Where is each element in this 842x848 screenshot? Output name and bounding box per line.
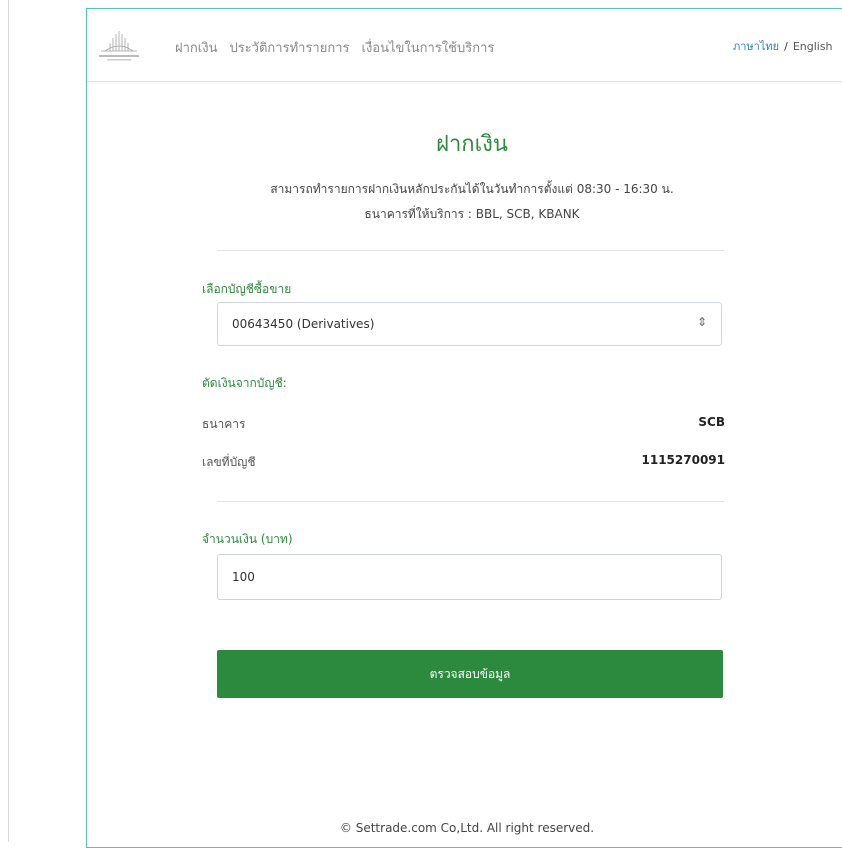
- nav-menu: ฝากเงิน ประวัติการทำรายการ เงื่อนไขในการ…: [175, 37, 494, 58]
- app-frame: ฝากเงิน ประวัติการทำรายการ เงื่อนไขในการ…: [86, 8, 842, 848]
- page-title: ฝากเงิน: [436, 132, 508, 157]
- bank-value: SCB: [698, 415, 725, 429]
- select-arrows-icon: ⇕: [696, 315, 707, 329]
- lang-separator: /: [784, 40, 788, 53]
- language-switcher: ภาษาไทย / English: [733, 37, 833, 55]
- nav-item-history[interactable]: ประวัติการทำรายการ: [229, 37, 349, 58]
- divider: [217, 250, 724, 251]
- divider: [217, 501, 724, 502]
- deposit-hours-text: สามารถทำรายการฝากเงินหลักประกันได้ในวันท…: [270, 182, 674, 196]
- nav-item-terms[interactable]: เงื่อนไขในการใช้บริการ: [362, 37, 495, 58]
- account-number-value: 1115270091: [641, 453, 726, 467]
- lang-english-link[interactable]: English: [793, 40, 833, 53]
- supported-banks-text: ธนาคารที่ให้บริการ : BBL, SCB, KBANK: [364, 207, 580, 221]
- left-divider: [8, 0, 9, 842]
- account-select[interactable]: 00643450 (Derivatives) ⇕: [217, 302, 722, 346]
- verify-button[interactable]: ตรวจสอบข้อมูล: [217, 650, 723, 698]
- top-navbar: ฝากเงิน ประวัติการทำรายการ เงื่อนไขในการ…: [87, 9, 842, 82]
- logo-text-line: [99, 55, 139, 57]
- logo-subtext-line: [107, 59, 131, 61]
- settrade-logo[interactable]: [93, 27, 145, 65]
- footer-copyright: © Settrade.com Co,Ltd. All right reserve…: [339, 821, 595, 835]
- account-number-label: เลขที่บัญชี: [202, 455, 256, 469]
- lang-thai-link[interactable]: ภาษาไทย: [733, 40, 779, 53]
- bank-label: ธนาคาร: [202, 417, 246, 431]
- account-select-value: 00643450 (Derivatives): [232, 317, 375, 331]
- nav-item-deposit[interactable]: ฝากเงิน: [175, 37, 217, 58]
- debit-from-label: ตัดเงินจากบัญชี:: [202, 376, 287, 390]
- amount-input[interactable]: [217, 554, 722, 600]
- logo-icon: [99, 31, 139, 61]
- amount-label: จำนวนเงิน (บาท): [202, 532, 293, 546]
- account-select-label: เลือกบัญชีซื้อขาย: [202, 282, 292, 296]
